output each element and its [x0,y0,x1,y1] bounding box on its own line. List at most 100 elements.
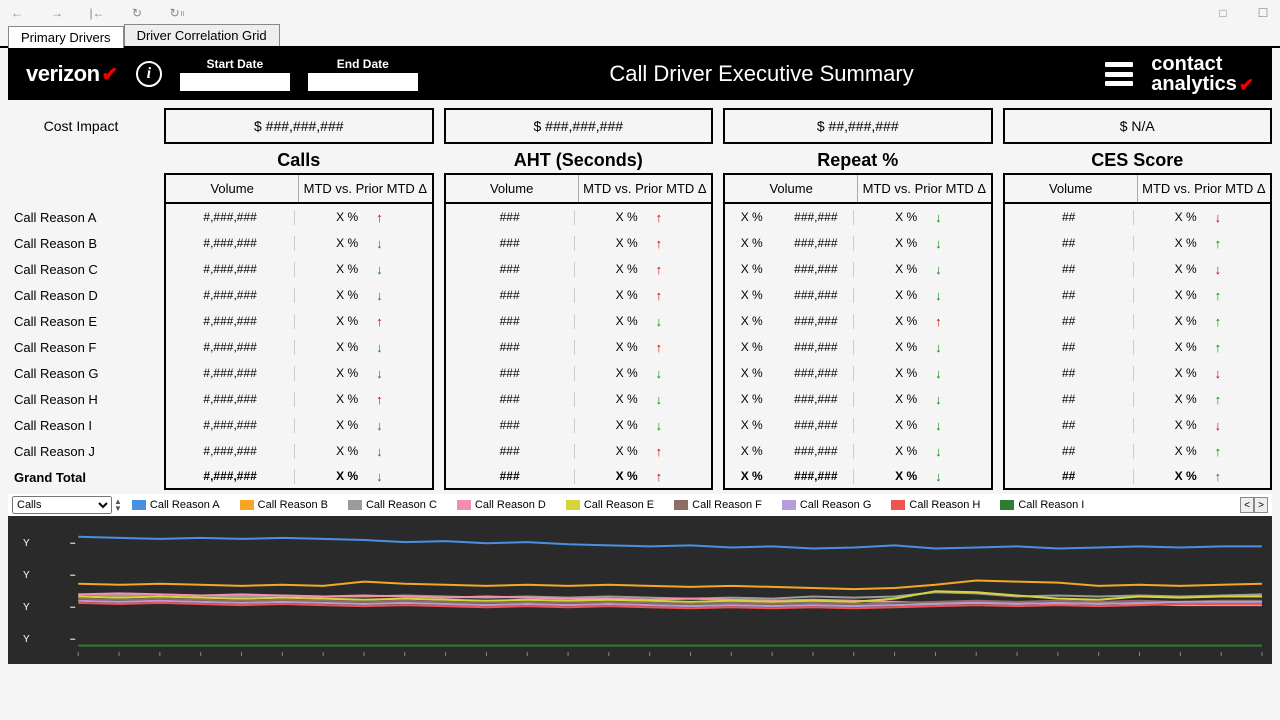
calls-block: #,###,### X %↓ [164,464,434,490]
legend-label: Call Reason F [692,499,762,511]
back-icon[interactable]: ← [8,4,26,22]
col-volume: Volume [446,175,578,202]
repeat-delta: X %↓ [853,444,990,459]
page-title: Call Driver Executive Summary [436,61,1088,87]
app-toolbar: ← → |← ↻ ↻॥ □ ☐ [0,0,1280,26]
calls-block: #,###,### X %↓ [164,438,434,464]
legend-item[interactable]: Call Reason F [674,499,762,511]
repeat-block: X %###,### X %↓ [723,360,993,386]
table-row: Call Reason B #,###,### X %↓ ### X %↑ X … [8,230,1272,256]
ces-block: ## X %↑ [1003,230,1273,256]
repeat-volume: X %###,### [725,262,853,276]
info-icon[interactable]: i [136,61,162,87]
arrow-up-icon: ↑ [656,210,663,225]
calls-delta: X %↓ [294,288,431,303]
legend-swatch [891,500,905,510]
cost-box: $ ###,###,### [444,108,714,144]
refresh-pause-icon[interactable]: ↻॥ [168,4,186,22]
start-date-label: Start Date [206,57,263,71]
tab-primary-drivers[interactable]: Primary Drivers [8,26,124,48]
calls-volume: #,###,### [166,392,294,406]
metric-headers: Calls Volume MTD vs. Prior MTD Δ AHT (Se… [0,150,1280,204]
contact-analytics-logo: contact analytics✔ [1151,54,1254,94]
menu-icon[interactable] [1105,62,1133,86]
ces-delta: X %↑ [1133,340,1270,355]
first-icon[interactable]: |← [88,4,106,22]
arrow-down-icon: ↓ [935,288,942,303]
calls-volume: #,###,### [166,262,294,276]
reason-label: Call Reason C [8,262,154,277]
arrow-up-icon: ↑ [1215,236,1222,251]
repeat-block: X %###,### X %↓ [723,438,993,464]
arrow-down-icon: ↓ [376,340,383,355]
repeat-delta: X %↓ [853,392,990,407]
end-date-input[interactable] [308,73,418,91]
reason-label: Call Reason E [8,314,154,329]
svg-text:Y: Y [23,634,30,645]
repeat-block: X %###,### X %↓ [723,282,993,308]
legend-item[interactable]: Call Reason A [132,499,220,511]
reason-label: Call Reason I [8,418,154,433]
chart-metric-dropdown[interactable]: Calls ▲▼ [12,496,122,514]
table-row: Call Reason F #,###,### X %↓ ### X %↑ X … [8,334,1272,360]
repeat-delta: X %↓ [853,340,990,355]
legend-item[interactable]: Call Reason G [782,499,872,511]
calls-volume: #,###,### [166,236,294,250]
refresh-icon[interactable]: ↻ [128,4,146,22]
legend-item[interactable]: Call Reason I [1000,499,1084,511]
calls-block: #,###,### X %↓ [164,256,434,282]
calls-volume: #,###,### [166,314,294,328]
calls-delta: X %↓ [294,418,431,433]
repeat-volume: X %###,### [725,314,853,328]
arrow-up-icon: ↑ [376,392,383,407]
svg-text:Y: Y [23,538,30,549]
chart-legend-bar: Calls ▲▼ Call Reason A Call Reason B Call … [8,494,1272,516]
step-down-icon[interactable]: ▼ [114,505,122,512]
forward-icon[interactable]: → [48,4,66,22]
aht-delta: X %↓ [574,366,711,381]
arrow-down-icon: ↓ [1215,262,1222,277]
calls-block: #,###,### X %↓ [164,334,434,360]
legend-item[interactable]: Call Reason B [240,499,328,511]
ces-block: ## X %↑ [1003,282,1273,308]
arrow-down-icon: ↓ [656,392,663,407]
ces-block: ## X %↓ [1003,412,1273,438]
legend-swatch [566,500,580,510]
aht-volume: ### [446,236,574,250]
repeat-volume: X %###,### [725,210,853,224]
fullscreen-icon[interactable]: ☐ [1254,4,1272,22]
aht-volume: ### [446,288,574,302]
legend-item[interactable]: Call Reason E [566,499,654,511]
start-date-input[interactable] [180,73,290,91]
legend-next-button[interactable]: > [1254,497,1268,513]
calls-delta: X %↓ [294,236,431,251]
arrow-down-icon: ↓ [935,418,942,433]
aht-block: ### X %↑ [444,256,714,282]
aht-delta: X %↓ [574,392,711,407]
tab-driver-correlation-grid[interactable]: Driver Correlation Grid [124,24,280,46]
repeat-volume: X %###,### [725,418,853,432]
aht-block: ### X %↓ [444,412,714,438]
data-table: Call Reason A #,###,### X %↑ ### X %↑ X … [0,204,1280,490]
comment-icon[interactable]: □ [1214,4,1232,22]
legend-item[interactable]: Call Reason H [891,499,980,511]
ces-delta: X %↓ [1133,418,1270,433]
reason-label: Grand Total [8,470,154,485]
legend-item[interactable]: Call Reason D [457,499,546,511]
legend-prev-button[interactable]: < [1240,497,1254,513]
trend-chart[interactable]: YYYY [8,516,1272,664]
arrow-up-icon: ↑ [656,236,663,251]
reason-label: Call Reason B [8,236,154,251]
calls-delta: X %↑ [294,210,431,225]
legend-item[interactable]: Call Reason C [348,499,437,511]
arrow-up-icon: ↑ [656,340,663,355]
ces-volume: ## [1005,392,1133,406]
repeat-volume: X %###,### [725,236,853,250]
metric-title: AHT (Seconds) [444,150,714,171]
ces-block: ## X %↓ [1003,204,1273,230]
arrow-up-icon: ↑ [656,262,663,277]
calls-delta: X %↓ [294,340,431,355]
arrow-up-icon: ↑ [1215,392,1222,407]
calls-delta: X %↓ [294,469,431,484]
arrow-down-icon: ↓ [1215,418,1222,433]
